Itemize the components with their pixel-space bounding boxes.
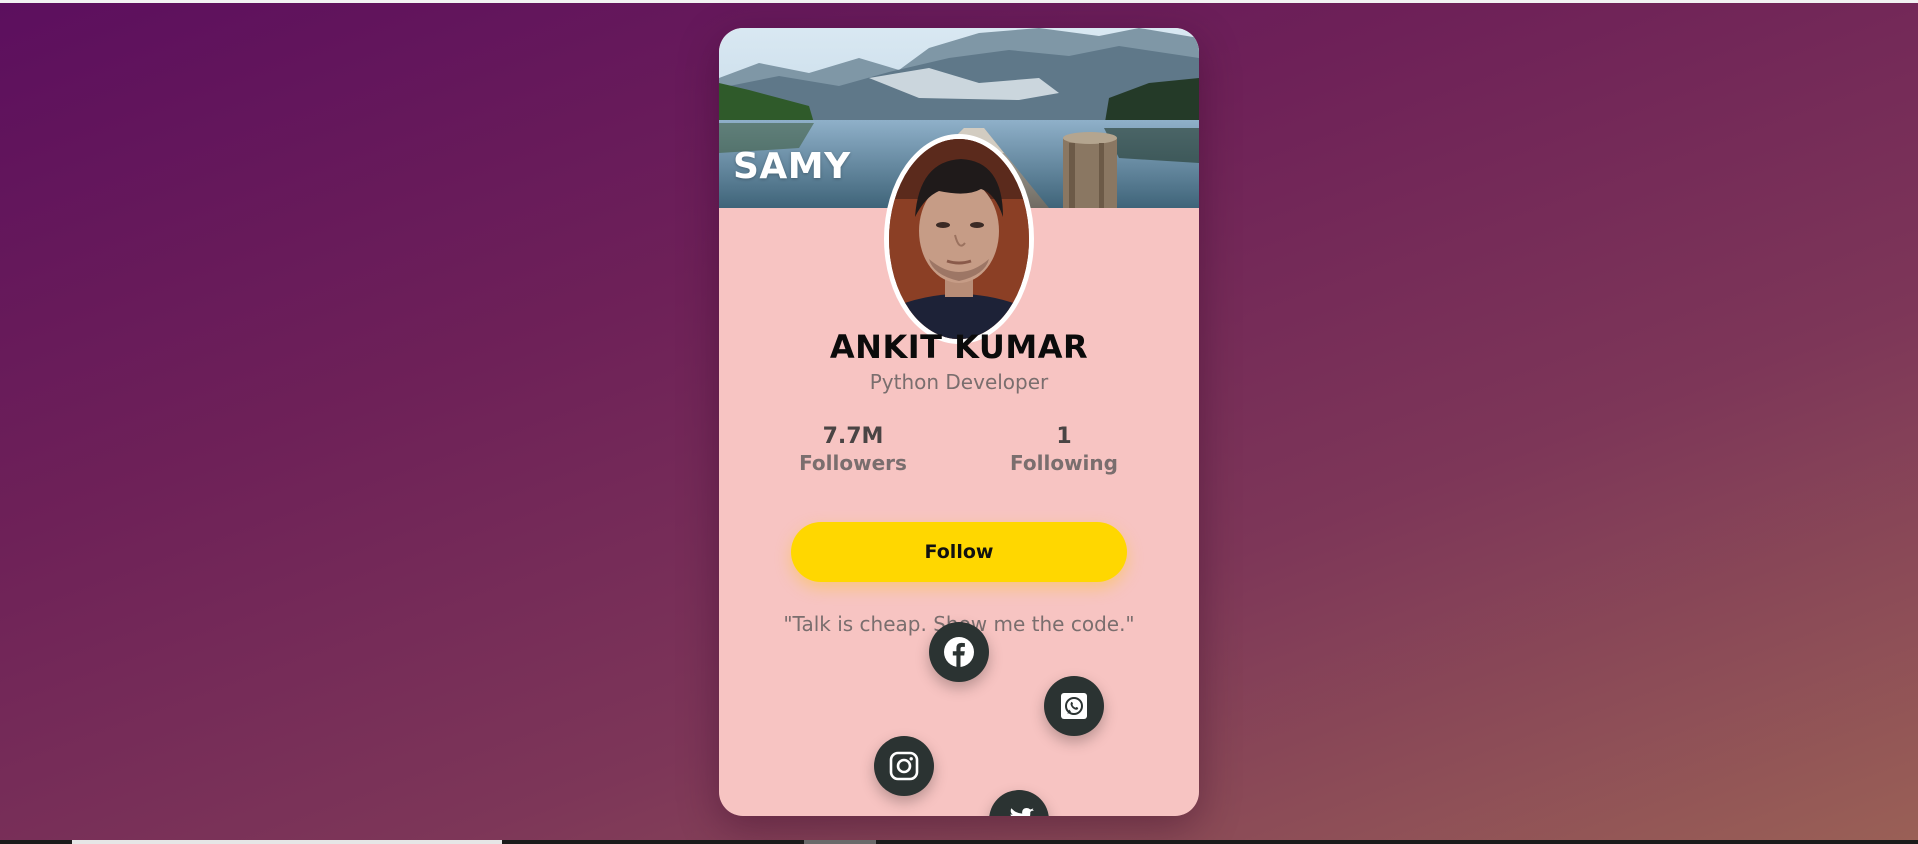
- following-label: Following: [1010, 451, 1118, 475]
- instagram-icon: [889, 751, 919, 781]
- instagram-button[interactable]: [874, 736, 934, 796]
- profile-role: Python Developer: [869, 370, 1049, 394]
- bottom-edge: [0, 840, 1918, 844]
- twitter-button[interactable]: [989, 790, 1049, 816]
- twitter-icon: [1010, 808, 1034, 816]
- facebook-button[interactable]: [929, 622, 989, 682]
- whatsapp-button[interactable]: [1044, 676, 1104, 736]
- profile-card: SAMY ANKIT KUMAR Python Developer 7.7M F…: [719, 28, 1199, 816]
- followers-label: Followers: [799, 451, 907, 475]
- brand-title: SAMY: [733, 146, 851, 187]
- profile-name: ANKIT KUMAR: [829, 328, 1089, 366]
- facebook-icon: [944, 637, 974, 667]
- following-count: 1: [1056, 424, 1072, 449]
- whatsapp-icon: [1061, 693, 1087, 719]
- avatar: [884, 134, 1034, 344]
- following-stat: 1 Following: [964, 424, 1164, 475]
- followers-count: 7.7M: [822, 424, 884, 449]
- follow-button[interactable]: Follow: [791, 522, 1127, 582]
- top-edge: [0, 0, 1918, 3]
- followers-stat: 7.7M Followers: [753, 424, 953, 475]
